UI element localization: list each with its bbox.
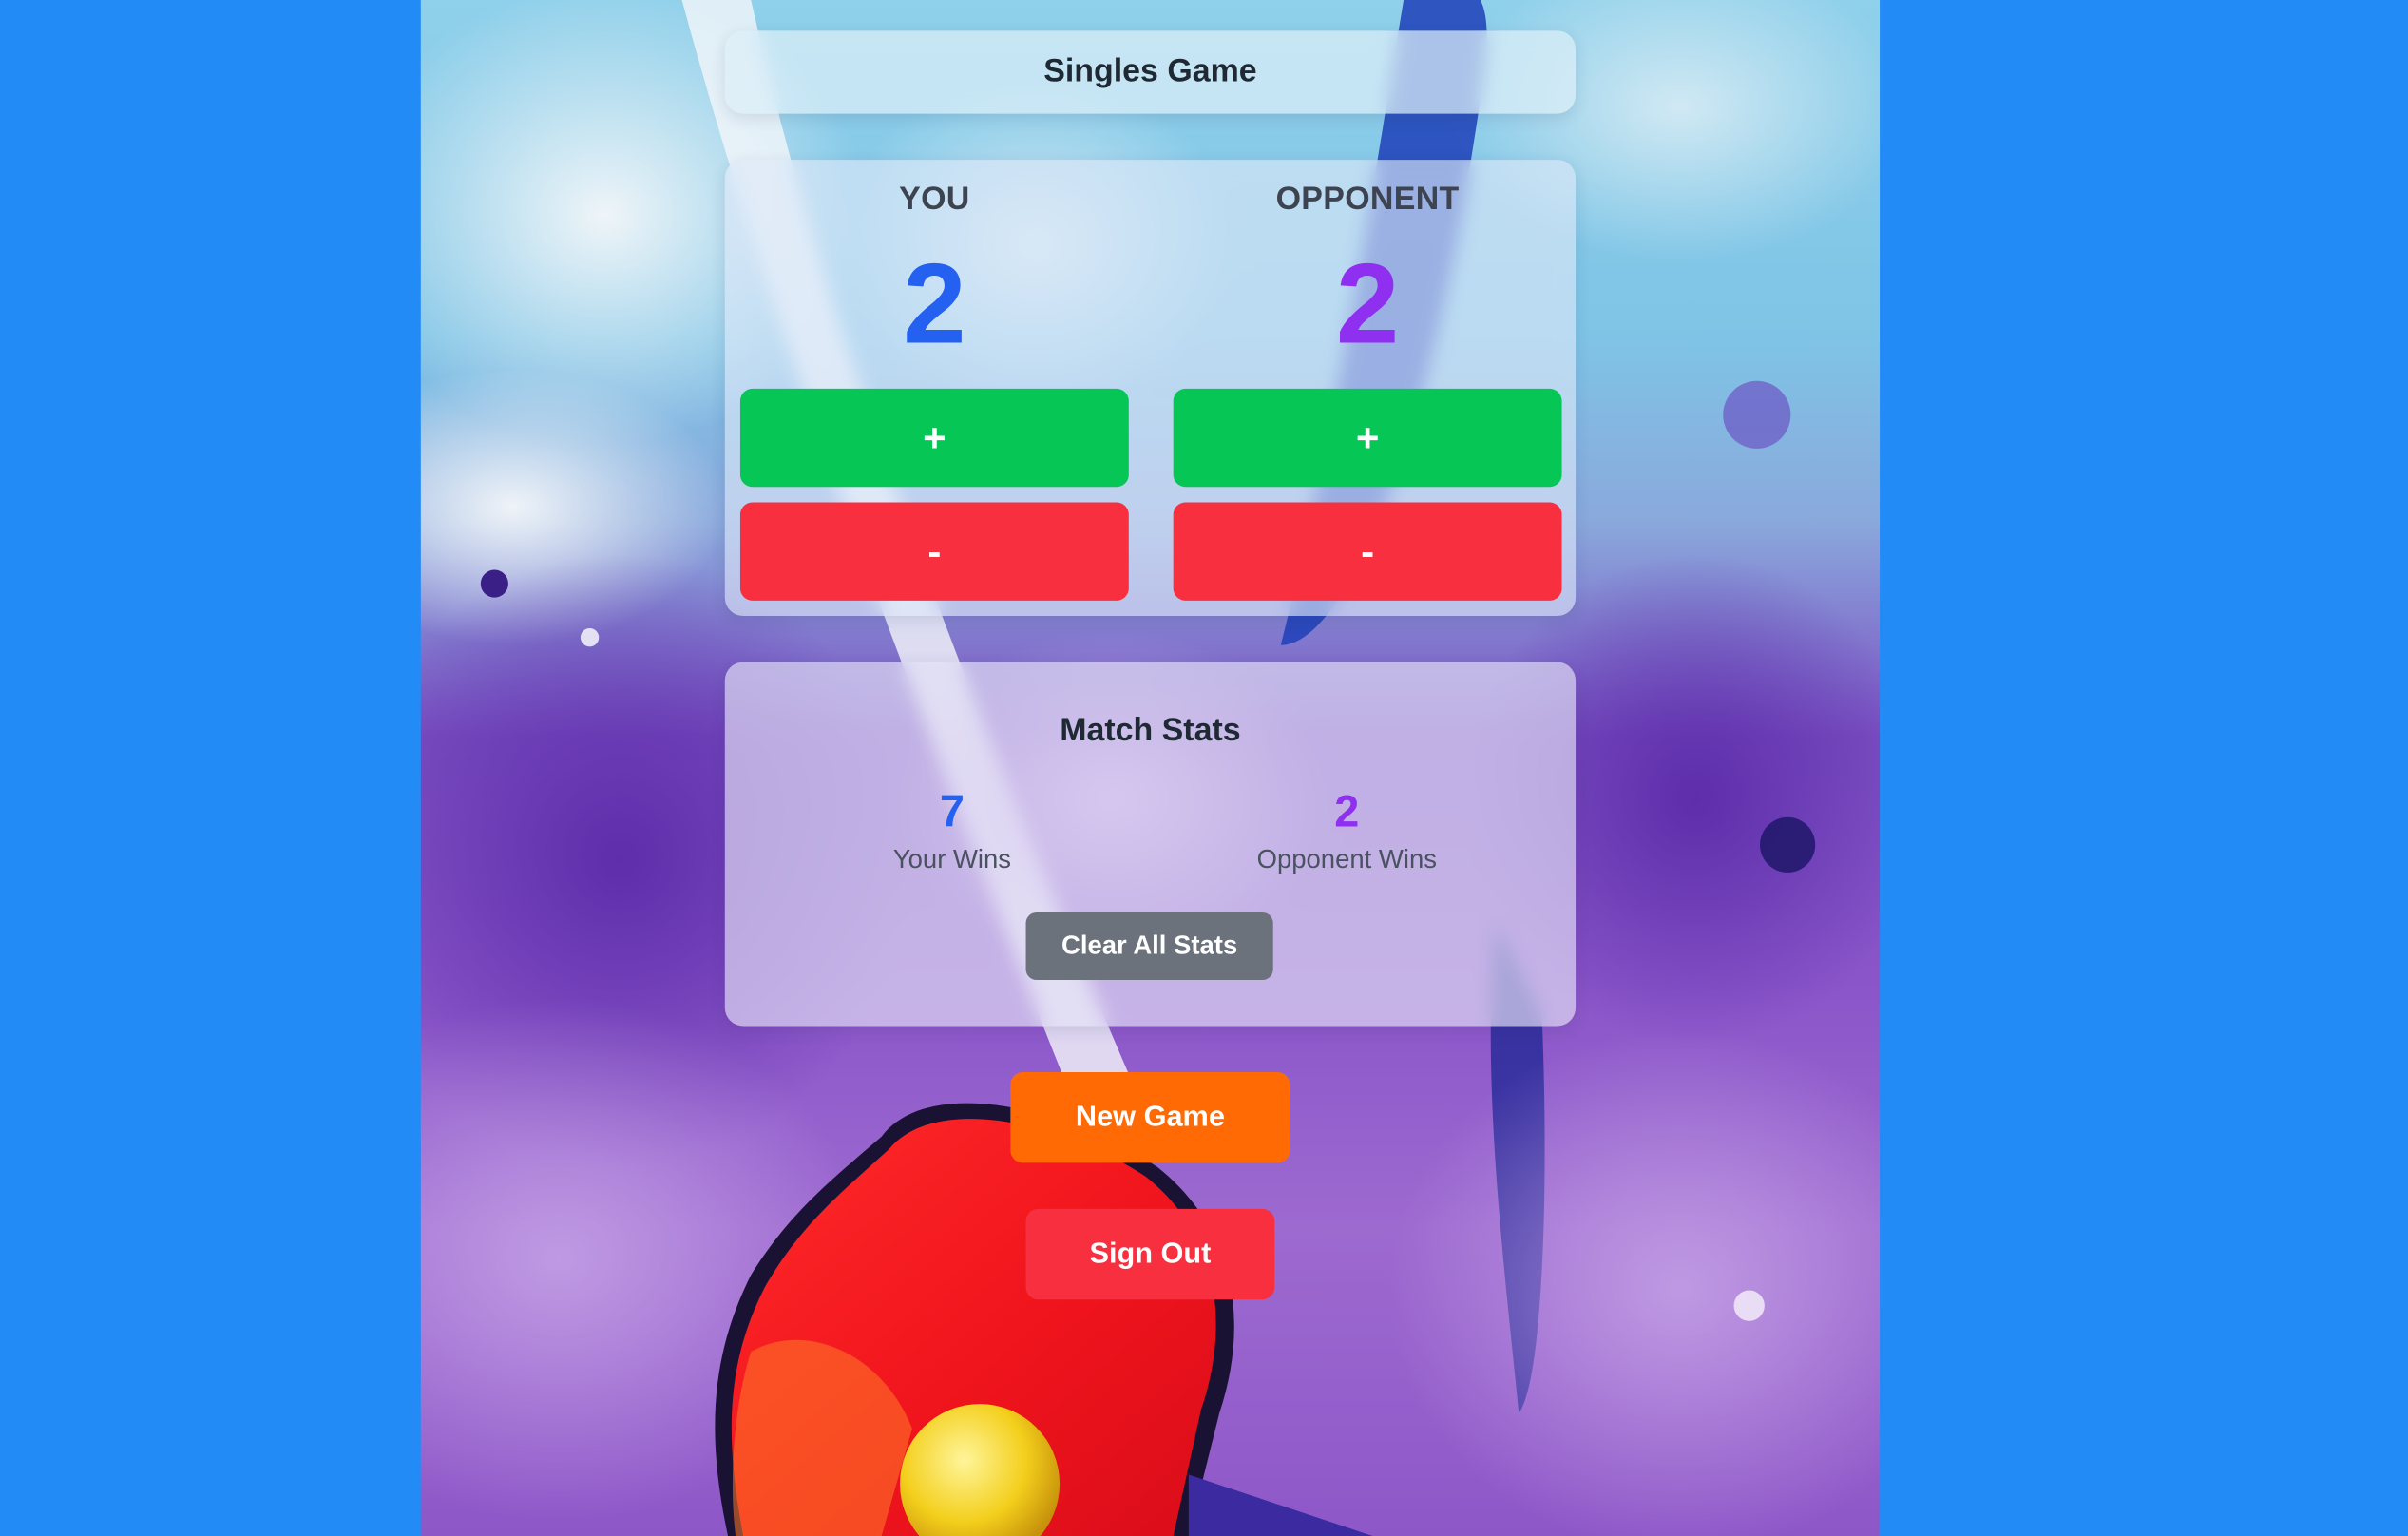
your-wins-value: 7 bbox=[939, 788, 965, 837]
match-stats-title: Match Stats bbox=[1060, 712, 1241, 749]
scoreboard-card: YOU 2 + - OPPONENT 2 + - bbox=[724, 160, 1577, 617]
your-wins-stat: 7 Your Wins bbox=[798, 785, 1105, 880]
opponent-wins-stat: 2 Opponent Wins bbox=[1194, 785, 1500, 880]
player-opponent-label: OPPONENT bbox=[1275, 181, 1460, 217]
game-title-card: Singles Game bbox=[724, 30, 1577, 114]
match-stats-card: Match Stats 7 Your Wins 2 Opponent Wins … bbox=[724, 662, 1577, 1027]
opponent-wins-value: 2 bbox=[1334, 788, 1360, 837]
player-you-label: YOU bbox=[899, 181, 970, 217]
page-title: Singles Game bbox=[1043, 53, 1257, 89]
new-game-button[interactable]: New Game bbox=[1010, 1072, 1290, 1163]
opponent-increment-button[interactable]: + bbox=[1173, 388, 1562, 488]
player-opponent-score: 2 bbox=[1335, 240, 1400, 368]
sign-out-button[interactable]: Sign Out bbox=[1025, 1208, 1275, 1300]
clear-all-stats-button[interactable]: Clear All Stats bbox=[1025, 912, 1273, 981]
opponent-decrement-button[interactable]: - bbox=[1173, 502, 1562, 601]
you-decrement-button[interactable]: - bbox=[739, 502, 1129, 601]
your-wins-label: Your Wins bbox=[892, 844, 1012, 874]
you-increment-button[interactable]: + bbox=[739, 388, 1129, 488]
player-you-score: 2 bbox=[903, 240, 966, 368]
app-viewport: Singles Game YOU 2 + - OPPONENT 2 + - Ma… bbox=[0, 0, 2408, 1536]
opponent-wins-label: Opponent Wins bbox=[1256, 844, 1437, 874]
